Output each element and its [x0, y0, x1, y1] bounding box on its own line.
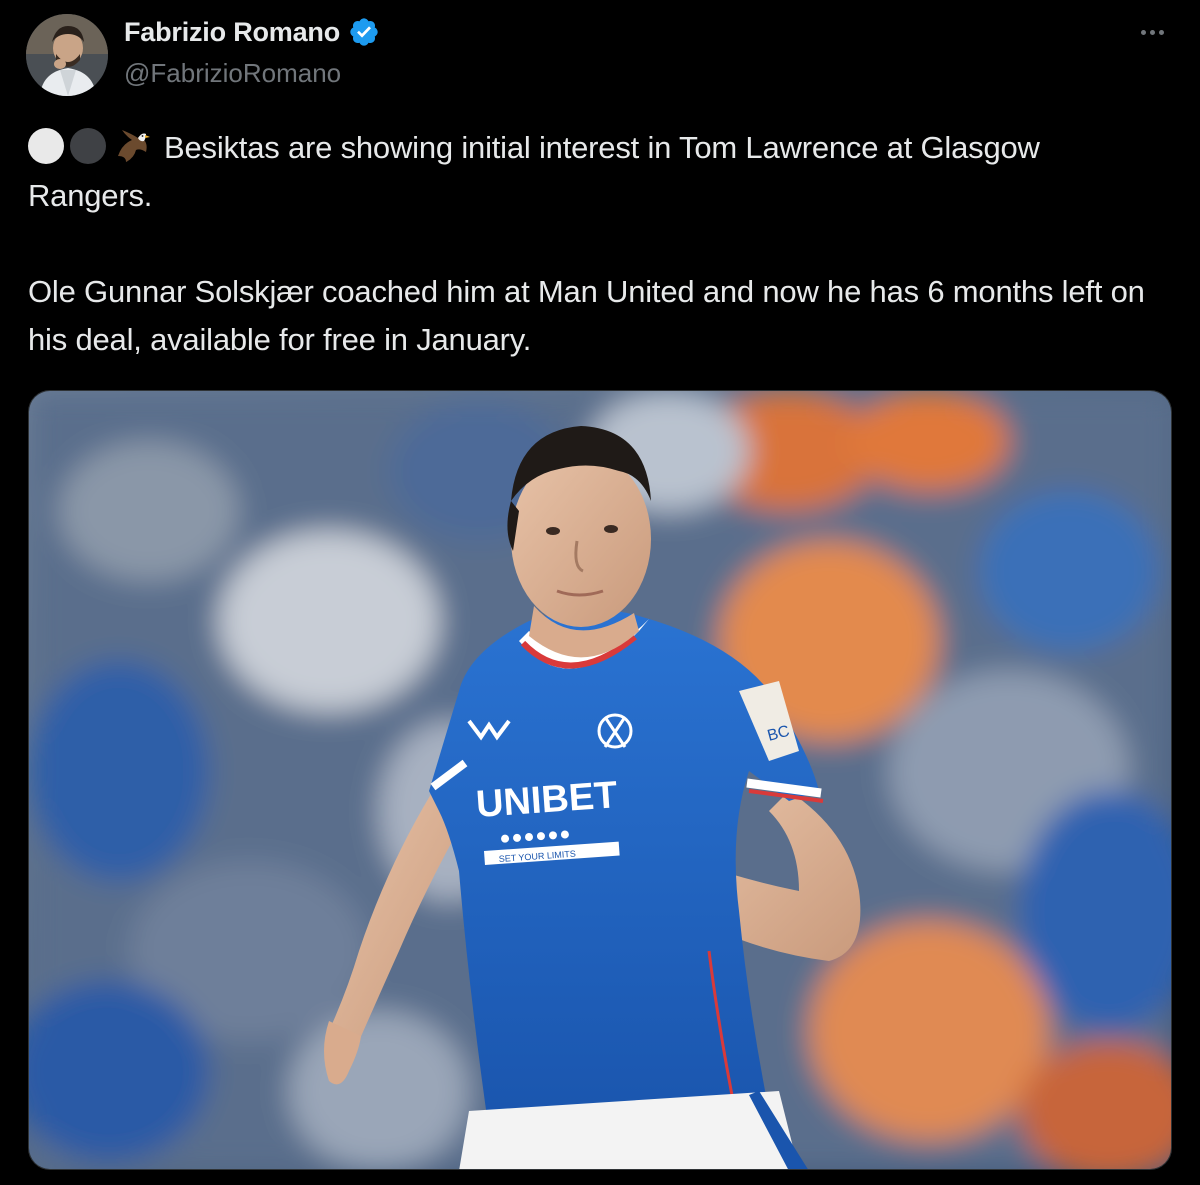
tweet: Fabrizio Romano @FabrizioRomano Besiktas…	[0, 0, 1200, 1185]
verified-badge-icon[interactable]	[348, 16, 380, 48]
author-avatar[interactable]	[26, 14, 108, 96]
tweet-paragraph-1: Besiktas are showing initial interest in…	[28, 124, 1168, 220]
eagle-emoji-icon	[118, 130, 150, 162]
tweet-text: Besiktas are showing initial interest in…	[28, 124, 1168, 364]
author-handle[interactable]: @FabrizioRomano	[124, 58, 341, 89]
tweet-paragraph-1-text: Besiktas are showing initial interest in…	[28, 130, 1040, 213]
white-circle-emoji-icon	[28, 128, 64, 164]
avatar-photo	[26, 14, 108, 96]
author-name-row: Fabrizio Romano	[124, 16, 380, 48]
more-options-icon[interactable]	[1138, 22, 1168, 42]
tweet-paragraph-2: Ole Gunnar Solskjær coached him at Man U…	[28, 274, 1145, 357]
black-circle-emoji-icon	[70, 128, 106, 164]
author-display-name[interactable]: Fabrizio Romano	[124, 17, 340, 48]
player-photo: BC UNIBET SET YOUR LIMITS	[29, 391, 1171, 1169]
tweet-photo[interactable]: BC UNIBET SET YOUR LIMITS	[28, 390, 1172, 1170]
